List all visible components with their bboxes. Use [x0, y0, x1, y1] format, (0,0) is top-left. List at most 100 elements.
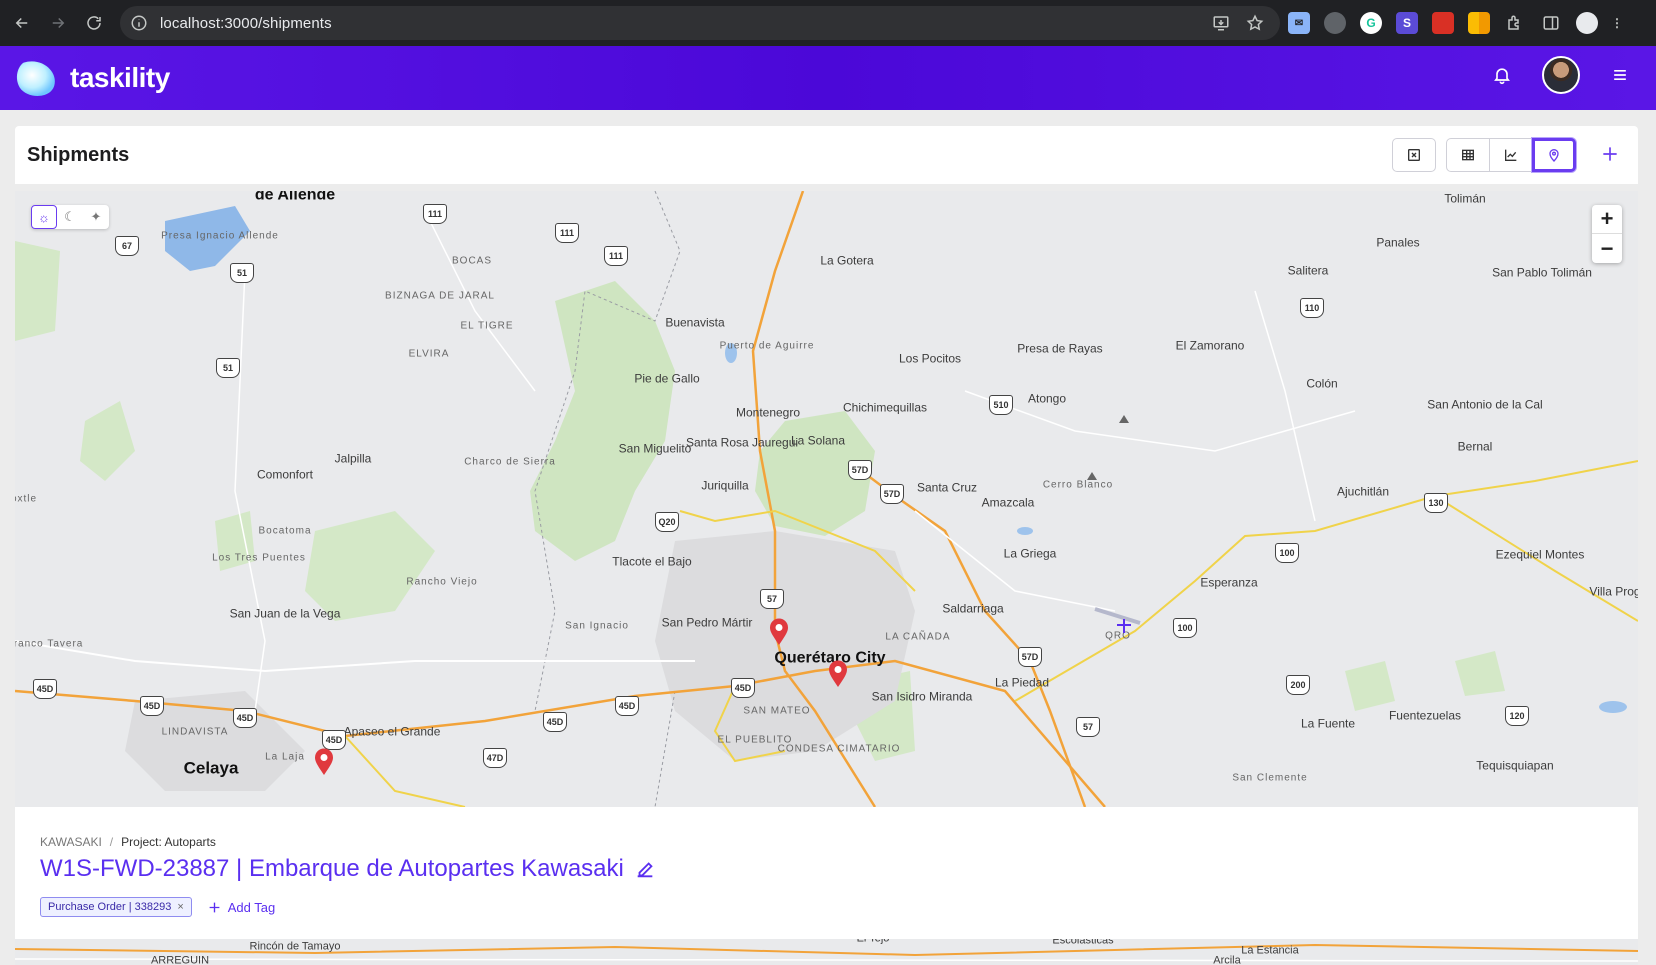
- shipments-card-header: Shipments: [15, 126, 1638, 184]
- highway-shield: 45D: [322, 730, 346, 750]
- map-place-label: San Miguelito: [618, 441, 692, 456]
- forward-icon[interactable]: [40, 5, 76, 41]
- side-panel-icon[interactable]: [1540, 12, 1562, 34]
- reload-icon[interactable]: [76, 5, 112, 41]
- map-place-label: San Clemente: [1232, 772, 1308, 784]
- map-place-label: Santa Cruz: [916, 480, 978, 495]
- map-place-label: La Laja: [265, 751, 305, 763]
- site-info-icon[interactable]: [130, 14, 148, 32]
- peak-icon: [1087, 472, 1097, 480]
- highway-shield: 45D: [33, 679, 57, 699]
- map-place-label: LINDAVISTA: [161, 726, 229, 738]
- install-app-icon[interactable]: [1212, 14, 1230, 32]
- plus-icon: [209, 902, 220, 912]
- map-place-label: La Solana: [790, 433, 846, 448]
- highway-shield: 57D: [848, 460, 872, 480]
- map-place-label: Fuentezuelas: [1388, 708, 1462, 723]
- taskility-logo-icon[interactable]: [14, 55, 60, 101]
- map-place-label: Jalpilla: [334, 451, 372, 466]
- map-place-label: Tequisquiapan: [1476, 758, 1554, 773]
- map-place-label: La Piedad: [994, 675, 1050, 690]
- map-place-label: Apaseo el Grande: [343, 724, 441, 739]
- map-place-label: Saldarriaga: [942, 601, 1004, 616]
- tags-row: Purchase Order | 338293 × Add Tag: [40, 897, 275, 917]
- map-place-label: Presa de Rayas: [1017, 341, 1103, 356]
- highway-shield: 57D: [880, 484, 904, 504]
- export-button[interactable]: [1392, 138, 1436, 172]
- brand-name[interactable]: taskility: [70, 62, 170, 94]
- map-place-label: Cerro Blanco: [1042, 479, 1114, 491]
- map-place-label: Chichimequillas: [842, 400, 928, 415]
- extension-badge-icon[interactable]: [1324, 12, 1346, 34]
- map-place-label: San Pablo Tolimán: [1492, 265, 1592, 280]
- notification-bell-icon[interactable]: [1492, 65, 1512, 85]
- map-place-label: LA CAÑADA: [885, 631, 951, 643]
- map-place-label: oxtle: [15, 493, 38, 505]
- map-place-label: El Tejo: [857, 939, 890, 946]
- add-tag-label: Add Tag: [227, 899, 276, 915]
- shipment-marker-icon[interactable]: [314, 748, 334, 776]
- back-icon[interactable]: [4, 5, 40, 41]
- map-place-label: La Griega: [1003, 546, 1057, 561]
- add-shipment-button[interactable]: [1596, 140, 1624, 168]
- airport-icon: [1117, 619, 1131, 633]
- zoom-in-button[interactable]: +: [1592, 205, 1622, 234]
- highway-shield: Q20: [655, 512, 679, 532]
- shipment-title-text: W1S-FWD-23887 | Embarque de Autopartes K…: [40, 855, 624, 882]
- remove-tag-icon[interactable]: ×: [177, 901, 183, 913]
- map-place-label: Tlacote el Bajo: [612, 554, 692, 569]
- map-pin-icon: [1549, 149, 1559, 162]
- browser-menu-icon[interactable]: ⋮: [1611, 12, 1623, 34]
- profile-icon[interactable]: [1576, 12, 1598, 34]
- extension-yellow-icon[interactable]: [1468, 12, 1490, 34]
- highway-shield: 120: [1505, 706, 1529, 726]
- light-mode-icon[interactable]: ☼: [31, 205, 57, 229]
- highway-shield: 200: [1286, 675, 1310, 695]
- edit-pencil-icon[interactable]: [634, 858, 656, 880]
- extension-s-icon[interactable]: S: [1396, 12, 1418, 34]
- peak-icon: [1119, 415, 1129, 423]
- map-place-label: San Antonio de la Cal: [1427, 397, 1543, 412]
- zoom-out-button[interactable]: −: [1592, 234, 1622, 263]
- user-avatar[interactable]: [1542, 56, 1580, 94]
- extension-grammarly-icon[interactable]: G: [1360, 12, 1382, 34]
- tag-chip[interactable]: Purchase Order | 338293 ×: [40, 897, 192, 917]
- breadcrumb-client[interactable]: KAWASAKI: [40, 835, 102, 849]
- highway-shield: 57: [1076, 717, 1100, 737]
- highway-shield: 57D: [1018, 647, 1042, 667]
- table-view-button[interactable]: [1446, 138, 1490, 172]
- extension-mail-icon[interactable]: ✉: [1288, 12, 1310, 34]
- map-place-label: Tolimán: [1444, 191, 1486, 206]
- shipment-map[interactable]: de Allende Presa Ignacio Allende BOCAS BIZN…: [15, 191, 1638, 807]
- chart-view-button[interactable]: [1489, 138, 1533, 172]
- map-place-label: Los Pocitos: [898, 351, 962, 366]
- breadcrumb-project[interactable]: Project: Autoparts: [121, 835, 216, 849]
- map-place-label: Ajuchitlán: [1336, 484, 1390, 499]
- url-text[interactable]: localhost:3000/shipments: [160, 15, 332, 32]
- extensions-puzzle-icon[interactable]: [1504, 12, 1526, 34]
- dark-mode-icon[interactable]: ☾: [57, 205, 83, 229]
- map-place-label: Rancho Viejo: [406, 576, 478, 588]
- map-place-label: SAN MATEO: [743, 705, 811, 717]
- bookmark-star-icon[interactable]: [1246, 14, 1264, 32]
- highway-shield: 45D: [140, 696, 164, 716]
- address-bar[interactable]: localhost:3000/shipments: [120, 6, 1280, 40]
- shipment-details: KAWASAKI / Project: Autoparts W1S-FWD-2388…: [15, 807, 1638, 939]
- spreadsheet-icon: [1408, 149, 1420, 161]
- next-shipment-map-preview[interactable]: Rincón de Tamayo ARREGUIN Escolásticas La E…: [15, 939, 1638, 965]
- highway-shield: 45D: [615, 696, 639, 716]
- satellite-mode-icon[interactable]: ✦: [83, 205, 109, 229]
- map-place-label: Rincón de Tamayo: [249, 940, 341, 953]
- add-tag-button[interactable]: Add Tag: [208, 900, 275, 915]
- highway-shield: 100: [1173, 618, 1197, 638]
- line-chart-icon: [1505, 149, 1517, 161]
- map-place-label: Villa Prog: [1589, 584, 1638, 599]
- hamburger-menu-icon[interactable]: [1610, 65, 1630, 85]
- map-view-button[interactable]: [1532, 138, 1576, 172]
- shipment-marker-icon[interactable]: [828, 660, 848, 688]
- map-place-label: BIZNAGA DE JARAL: [385, 290, 495, 302]
- extension-red-icon[interactable]: [1432, 12, 1454, 34]
- shipment-marker-icon[interactable]: [769, 618, 789, 646]
- map-place-label: ARREGUIN: [150, 954, 210, 965]
- highway-shield: 130: [1424, 493, 1448, 513]
